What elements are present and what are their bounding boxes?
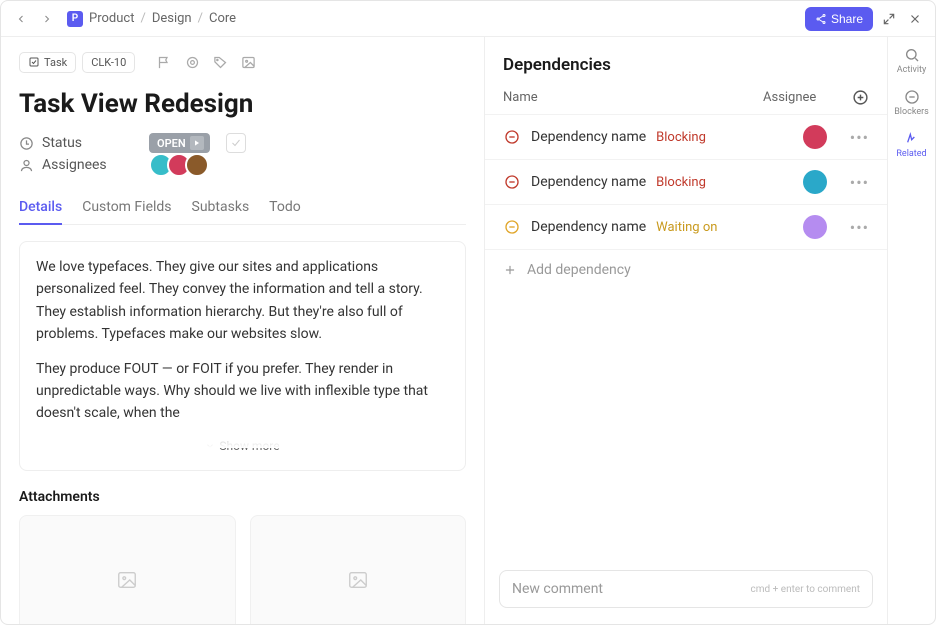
dependency-status-icon (503, 173, 521, 191)
dependency-name: Dependency name (531, 219, 646, 235)
rail-label: Blockers (894, 107, 929, 117)
dependency-status-icon (503, 218, 521, 236)
description-text: They produce FOUT — or FOIT if you prefe… (36, 358, 449, 425)
breadcrumb-separator: / (140, 11, 145, 26)
assignee-avatars[interactable] (149, 153, 209, 177)
dependencies-panel: Dependencies Name Assignee Dependency na… (485, 37, 887, 624)
avatar[interactable] (185, 153, 209, 177)
attachments-title: Attachments (19, 489, 466, 505)
dependency-tag: Waiting on (656, 220, 717, 235)
nav-forward-button[interactable] (37, 9, 57, 29)
tabs: Details Custom Fields Subtasks Todo (19, 191, 466, 225)
comment-input[interactable]: New comment cmd + enter to comment (499, 570, 873, 608)
task-id-button[interactable]: CLK-10 (82, 52, 135, 73)
close-icon[interactable] (905, 9, 925, 29)
tab-todo[interactable]: Todo (269, 191, 301, 225)
breadcrumb: P Product / Design / Core (67, 11, 236, 27)
dependencies-title: Dependencies (503, 55, 869, 75)
avatar[interactable] (803, 215, 827, 239)
tab-custom-fields[interactable]: Custom Fields (82, 191, 171, 225)
add-dependency-button[interactable]: Add dependency (485, 249, 887, 290)
task-panel: Task CLK-10 Task View Redesign Status OP… (1, 37, 485, 624)
side-rail: Activity Blockers Related (887, 37, 935, 624)
page-title[interactable]: Task View Redesign (19, 89, 466, 119)
avatar[interactable] (803, 125, 827, 149)
description-text: We love typefaces. They give our sites a… (36, 256, 449, 346)
play-icon (190, 136, 204, 150)
dependency-row[interactable]: Dependency name Blocking ••• (485, 114, 887, 159)
attachment-placeholder[interactable] (250, 515, 467, 624)
column-header-assignee: Assignee (763, 90, 843, 105)
more-icon[interactable]: ••• (841, 173, 869, 192)
breadcrumb-item[interactable]: Core (209, 11, 236, 26)
rail-item-related[interactable]: Related (896, 131, 926, 159)
dependency-name: Dependency name (531, 174, 646, 190)
complete-checkbox[interactable] (226, 133, 246, 153)
assignees-field-label: Assignees (19, 157, 139, 173)
status-dropdown[interactable]: OPEN (149, 133, 210, 153)
image-icon[interactable] (237, 51, 259, 73)
avatar[interactable] (803, 170, 827, 194)
comment-hint: cmd + enter to comment (751, 584, 860, 595)
dependency-row[interactable]: Dependency name Blocking ••• (485, 159, 887, 204)
rail-item-blockers[interactable]: Blockers (894, 89, 929, 117)
dependency-row[interactable]: Dependency name Waiting on ••• (485, 204, 887, 249)
sprint-icon[interactable] (181, 51, 203, 73)
task-type-label: Task (44, 56, 67, 69)
breadcrumb-item[interactable]: Product (89, 11, 134, 26)
attachment-placeholder[interactable] (19, 515, 236, 624)
status-field-label: Status (19, 135, 139, 151)
add-column-button[interactable] (843, 89, 869, 106)
breadcrumb-separator: / (198, 11, 203, 26)
comment-placeholder: New comment (512, 581, 603, 597)
share-label: Share (831, 12, 863, 26)
dependency-tag: Blocking (656, 130, 706, 145)
task-type-button[interactable]: Task (19, 52, 76, 73)
rail-item-activity[interactable]: Activity (897, 47, 926, 75)
more-icon[interactable]: ••• (841, 128, 869, 147)
dependency-tag: Blocking (656, 175, 706, 190)
dependency-name: Dependency name (531, 129, 646, 145)
tag-icon[interactable] (209, 51, 231, 73)
tab-subtasks[interactable]: Subtasks (192, 191, 250, 225)
flag-icon[interactable] (153, 51, 175, 73)
nav-back-button[interactable] (11, 9, 31, 29)
column-header-name: Name (503, 90, 763, 105)
workspace-icon: P (67, 11, 83, 27)
tab-details[interactable]: Details (19, 191, 62, 225)
dependency-status-icon (503, 128, 521, 146)
more-icon[interactable]: ••• (841, 218, 869, 237)
collapse-icon[interactable] (879, 9, 899, 29)
share-button[interactable]: Share (805, 7, 873, 31)
breadcrumb-item[interactable]: Design (152, 11, 192, 26)
description-card[interactable]: We love typefaces. They give our sites a… (19, 241, 466, 471)
rail-label: Activity (897, 65, 926, 75)
topbar: P Product / Design / Core Share (1, 1, 935, 37)
rail-label: Related (896, 149, 926, 159)
